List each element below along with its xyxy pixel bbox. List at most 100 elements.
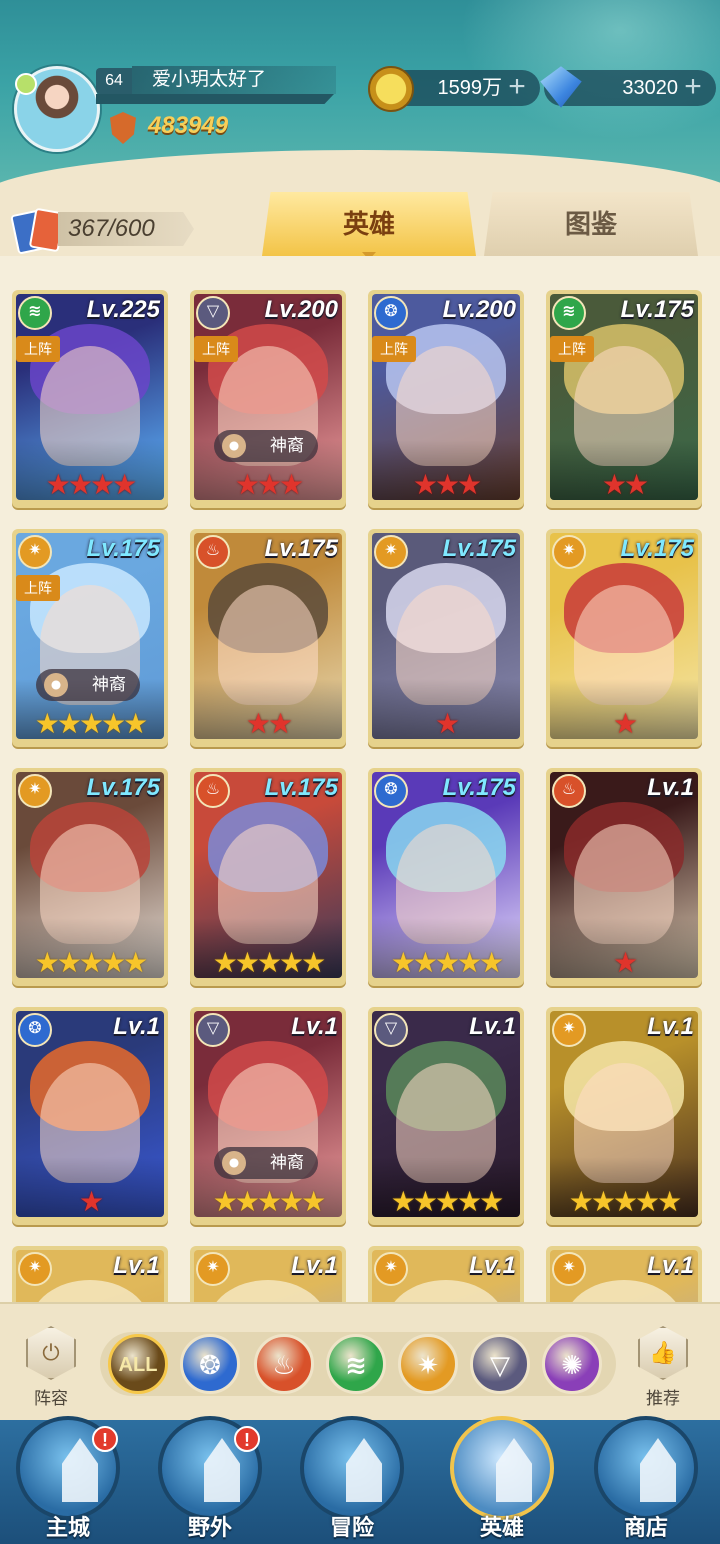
player-level: 64 (96, 68, 132, 94)
tab-heroes[interactable]: 英雄 (262, 192, 476, 256)
avatar-lime-icon (15, 73, 37, 95)
hero-card[interactable]: ✷ Lv.1 (546, 1246, 702, 1302)
hero-level: Lv.1 (647, 1252, 694, 1279)
light-icon: ✷ (18, 1252, 52, 1286)
hero-card[interactable]: ✷ Lv.1 (368, 1246, 524, 1302)
star-rating: ★★★ (234, 469, 304, 500)
gold-coin-icon (368, 66, 414, 112)
hero-card[interactable]: ❂ Lv.200 上阵 ★★★ (368, 290, 524, 508)
filter-fire-button[interactable]: ♨ (254, 1334, 314, 1394)
gem-amount: 33020 (622, 77, 678, 99)
hero-card[interactable]: ❂ Lv.1 ★ (12, 1007, 168, 1225)
hero-level: Lv.1 (647, 774, 694, 801)
hero-card[interactable]: ▽ Lv.1 ★★★★★ (368, 1007, 524, 1225)
hero-card[interactable]: ✷ Lv.1 (190, 1246, 346, 1302)
dark-element-icon: ▽ (490, 1350, 510, 1380)
filter-wind-button[interactable]: ≋ (326, 1334, 386, 1394)
hero-card[interactable]: ♨ Lv.175 ★★★★★ (190, 768, 346, 986)
deployed-badge: 上阵 (550, 336, 594, 362)
water-icon: ❂ (374, 296, 408, 330)
star-rating: ★ (78, 1186, 104, 1217)
water-icon: ❂ (18, 1013, 52, 1047)
hero-card[interactable]: ♨ Lv.175 ★★ (190, 529, 346, 747)
star-rating: ★★★★★ (390, 947, 505, 978)
hero-level: Lv.175 (620, 296, 694, 323)
deployed-badge: 上阵 (372, 336, 416, 362)
fire-icon: ♨ (552, 774, 586, 808)
hero-level: Lv.175 (442, 774, 516, 801)
filter-light-button[interactable]: ✷ (398, 1334, 458, 1394)
hero-card[interactable]: ≋ Lv.225 上阵 ★★★★ (12, 290, 168, 508)
nav-heroes-emblem (496, 1438, 532, 1502)
light-element-icon: ✷ (417, 1350, 439, 1380)
hero-level: Lv.1 (291, 1252, 338, 1279)
hero-card[interactable]: ✷ Lv.175 ★ (368, 529, 524, 747)
nav-adventure-icon (300, 1416, 404, 1520)
nav-heroes[interactable]: 英雄 (442, 1416, 562, 1544)
filter-dark-button[interactable]: ▽ (470, 1334, 530, 1394)
hero-grid: ≋ Lv.225 上阵 ★★★★ ▽ Lv.200 上阵 神裔 ★★★ ❂ Lv.200 上阵 ★★★ ≋… (0, 256, 720, 1302)
hero-level: Lv.1 (469, 1252, 516, 1279)
light-icon: ✷ (374, 1252, 408, 1286)
hero-hair (564, 1280, 684, 1302)
divine-tag: 神裔 (214, 1147, 318, 1179)
gold-resource: 1599万 + (368, 66, 540, 112)
name-underline (96, 94, 334, 104)
hero-level: Lv.225 (86, 296, 160, 323)
deployed-badge: 上阵 (194, 336, 238, 362)
bottom-navigation: 主城! 野外! 冒险英雄 商店 (0, 1416, 720, 1544)
player-avatar[interactable] (14, 66, 100, 152)
hero-card[interactable]: ❂ Lv.175 ★★★★★ (368, 768, 524, 986)
divine-tag: 神裔 (214, 430, 318, 462)
hero-card[interactable]: ✷ Lv.175 上阵 神裔 ★★★★★ (12, 529, 168, 747)
add-gold-button[interactable]: + (504, 72, 530, 102)
hero-card[interactable]: ≋ Lv.175 上阵 ★★ (546, 290, 702, 508)
hero-hair (208, 1280, 328, 1302)
hero-card[interactable]: ✷ Lv.1 ★★★★★ (546, 1007, 702, 1225)
hero-card[interactable]: ▽ Lv.200 上阵神裔 ★★★ (190, 290, 346, 508)
fire-icon: ♨ (196, 535, 230, 569)
hero-card[interactable]: ▽ Lv.1 神裔 ★★★★★ (190, 1007, 346, 1225)
hero-count: 367/600 (58, 212, 194, 246)
hero-level: Lv.200 (264, 296, 338, 323)
hero-cards-icon (10, 207, 66, 255)
nav-wild[interactable]: 野外! (150, 1416, 270, 1544)
hero-level: Lv.175 (620, 535, 694, 562)
gold-amount: 1599万 (437, 77, 503, 99)
hero-hair (30, 1280, 150, 1302)
hero-card[interactable]: ✷ Lv.1 (12, 1246, 168, 1302)
star-rating: ★★★★★ (34, 947, 149, 978)
deployed-badge: 上阵 (16, 575, 60, 601)
water-icon: ❂ (374, 774, 408, 808)
filter-void-button[interactable]: ✺ (542, 1334, 602, 1394)
nav-label: 英雄 (479, 1515, 524, 1540)
filter-water-button[interactable]: ❂ (180, 1334, 240, 1394)
hero-card[interactable]: ✷ Lv.175 ★ (546, 529, 702, 747)
lineup-button[interactable]: ⏻ 阵容 (18, 1326, 84, 1409)
recommend-button[interactable]: 👍 推荐 (630, 1326, 696, 1409)
filter-bar: ⏻ 阵容 ALL ❂ ♨ ≋ ✷ ▽ ✺ 👍 推荐 (0, 1302, 720, 1422)
fire-icon: ♨ (196, 774, 230, 808)
wind-element-icon: ≋ (345, 1350, 367, 1380)
tab-gallery[interactable]: 图鉴 (484, 192, 698, 256)
dark-icon: ▽ (196, 296, 230, 330)
nav-main-city[interactable]: 主城! (8, 1416, 128, 1544)
dark-icon: ▽ (196, 1013, 230, 1047)
star-rating: ★★★★★ (212, 1186, 327, 1217)
top-header: 64 爱小玥太好了 483949 1599万 + 33020 + (0, 0, 720, 190)
hero-card[interactable]: ✷ Lv.175 ★★★★★ (12, 768, 168, 986)
filter-all-button[interactable]: ALL (108, 1334, 168, 1394)
nav-label: 主城 (45, 1515, 90, 1540)
nav-shop[interactable]: 商店 (586, 1416, 706, 1544)
lineup-clock-icon: ⏻ (26, 1326, 76, 1380)
hero-level: Lv.175 (264, 774, 338, 801)
thumbs-up-icon: 👍 (638, 1326, 688, 1380)
add-gems-button[interactable]: + (680, 72, 706, 102)
light-icon: ✷ (552, 1252, 586, 1286)
nav-shop-emblem (640, 1438, 676, 1502)
hero-card[interactable]: ♨ Lv.1 ★ (546, 768, 702, 986)
divine-tag: 神裔 (36, 669, 140, 701)
hero-level: Lv.175 (442, 535, 516, 562)
nav-label: 商店 (623, 1515, 668, 1540)
nav-adventure[interactable]: 冒险 (292, 1416, 412, 1544)
